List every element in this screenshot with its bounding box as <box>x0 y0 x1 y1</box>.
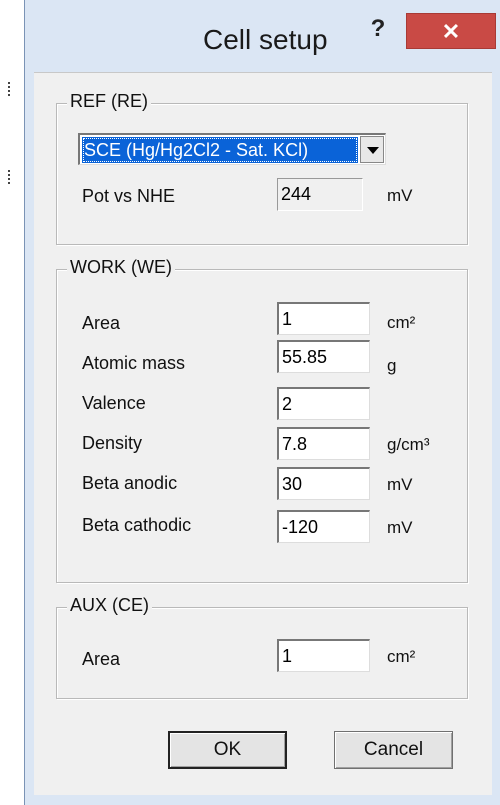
aux-group-title: AUX (CE) <box>67 595 153 616</box>
cell-setup-dialog: Cell setup ? ✕ REF (RE) SCE (Hg/Hg2Cl2 -… <box>24 0 500 805</box>
beta-cathodic-label: Beta cathodic <box>82 515 192 535</box>
close-button[interactable]: ✕ <box>406 13 496 49</box>
valence-label: Valence <box>82 393 146 413</box>
valence-field[interactable]: 2 <box>277 387 370 420</box>
area-field[interactable]: 1 <box>277 302 370 335</box>
title-bar[interactable]: Cell setup ? ✕ <box>25 0 500 72</box>
help-button[interactable]: ? <box>363 12 393 46</box>
beta-anodic-label: Beta anodic <box>82 473 178 493</box>
density-label: Density <box>82 433 143 453</box>
atomic-mass-field[interactable]: 55.85 <box>277 340 370 373</box>
aux-area-field[interactable]: 1 <box>277 639 370 672</box>
beta-cathodic-unit: mV <box>387 518 413 537</box>
aux-area-unit: cm² <box>387 647 416 666</box>
reference-electrode-value: SCE (Hg/Hg2Cl2 - Sat. KCl) <box>82 137 358 163</box>
background-mark <box>8 170 14 184</box>
pot-vs-nhe-label: Pot vs NHE <box>82 186 176 206</box>
cancel-button[interactable]: Cancel <box>334 731 453 769</box>
aux-area-label: Area <box>82 649 121 669</box>
ref-group: REF (RE) <box>56 91 468 245</box>
reference-electrode-select[interactable]: SCE (Hg/Hg2Cl2 - Sat. KCl) <box>78 133 386 165</box>
background-mark <box>8 82 14 96</box>
beta-cathodic-field[interactable]: -120 <box>277 510 370 543</box>
atomic-mass-label: Atomic mass <box>82 353 186 373</box>
pot-vs-nhe-unit: mV <box>387 186 413 205</box>
beta-anodic-unit: mV <box>387 475 413 494</box>
ref-group-title: REF (RE) <box>67 91 151 112</box>
atomic-mass-unit: g <box>387 356 397 375</box>
dialog-title: Cell setup <box>203 24 328 55</box>
density-field[interactable]: 7.8 <box>277 427 370 460</box>
area-label: Area <box>82 313 121 333</box>
work-group-title: WORK (WE) <box>67 257 175 278</box>
density-unit: g/cm³ <box>387 435 430 454</box>
desktop-background <box>0 0 24 805</box>
beta-anodic-field[interactable]: 30 <box>277 467 370 500</box>
pot-vs-nhe-value: 244 <box>277 178 363 211</box>
dialog-client-area: REF (RE) SCE (Hg/Hg2Cl2 - Sat. KCl) Pot … <box>34 72 492 795</box>
chevron-down-icon[interactable] <box>360 136 384 163</box>
ok-button[interactable]: OK <box>168 731 287 769</box>
area-unit: cm² <box>387 313 416 332</box>
